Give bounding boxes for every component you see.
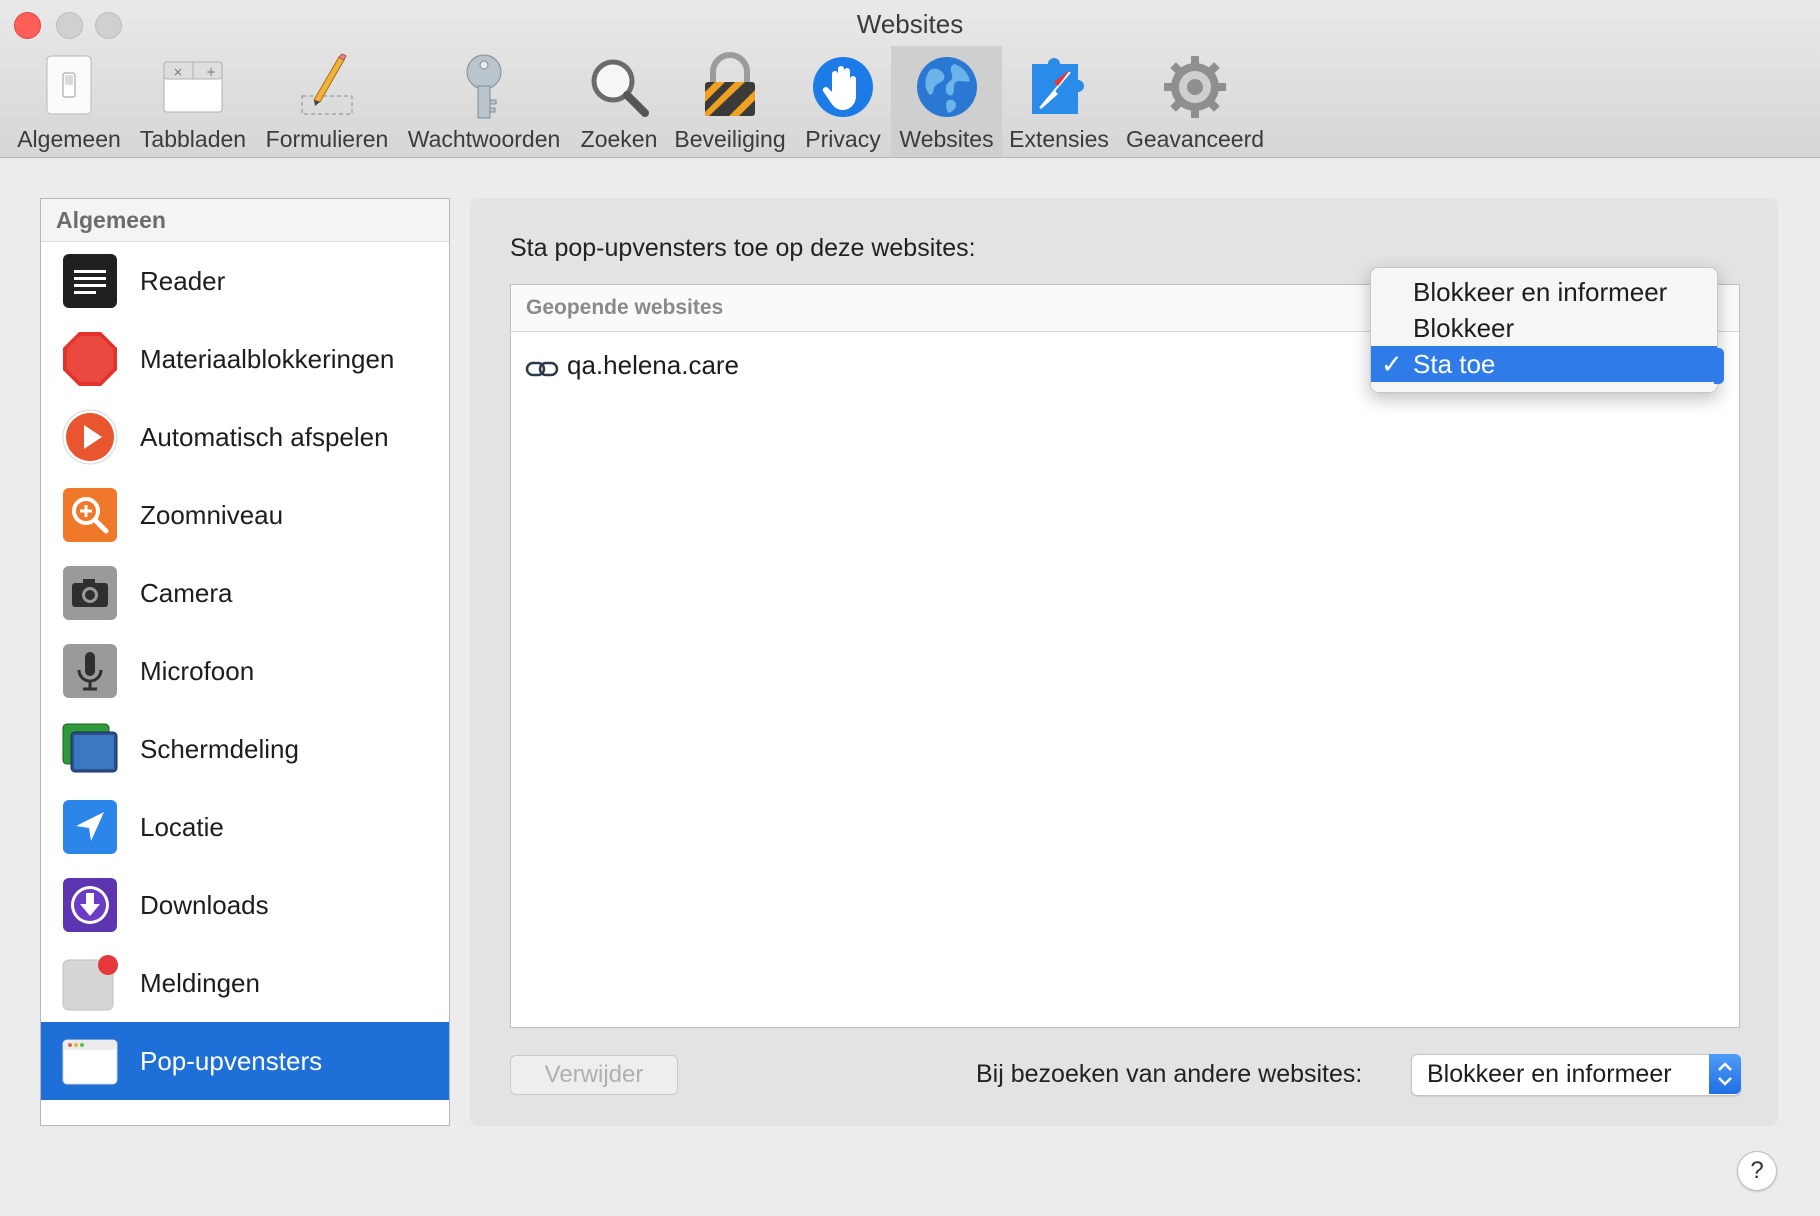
sidebar-item-downloads[interactable]: Downloads — [41, 866, 449, 944]
magnifier-icon — [584, 52, 654, 122]
sidebar-item-label: Microfoon — [140, 655, 255, 686]
site-host: qa.helena.care — [567, 349, 740, 380]
select-value: Blokkeer en informeer — [1427, 1060, 1672, 1088]
play-icon — [61, 408, 119, 466]
tab-label: Tabbladen — [139, 126, 247, 152]
sidebar-item-location[interactable]: Locatie — [41, 788, 449, 866]
download-icon — [61, 876, 119, 934]
pencil-icon — [292, 52, 362, 122]
tab-label: Websites — [899, 126, 994, 152]
tab-label: Algemeen — [17, 126, 121, 152]
notification-icon — [61, 954, 119, 1012]
stop-sign-icon — [61, 330, 119, 388]
sidebar-header: Algemeen — [41, 199, 449, 242]
sidebar-item-label: Schermdeling — [140, 733, 299, 764]
sidebar-item-label: Automatisch afspelen — [140, 421, 389, 452]
tab-tabs[interactable]: × + Tabbladen — [137, 46, 249, 156]
sidebar-item-screen-sharing[interactable]: Schermdeling — [41, 710, 449, 788]
site-setting-popup-menu: Blokkeer en informeer Blokkeer ✓ Sta toe — [1370, 267, 1718, 393]
sidebar-item-label: Locatie — [140, 811, 224, 842]
sidebar-item-microphone[interactable]: Microfoon — [41, 632, 449, 710]
tab-label: Wachtwoorden — [407, 126, 561, 152]
menu-option-label: Blokkeer — [1413, 313, 1515, 343]
zoom-icon — [61, 486, 119, 544]
toolbar: Websites Algemeen × + Tabbladen Formulie… — [0, 0, 1820, 158]
popup-button-edge — [1714, 348, 1724, 384]
menu-option-label: Blokkeer en informeer — [1413, 277, 1668, 307]
preferences-window: Websites Algemeen × + Tabbladen Formulie… — [0, 0, 1820, 1216]
menu-option-block[interactable]: Blokkeer — [1371, 310, 1717, 346]
sidebar-item-popups[interactable]: Pop-upvensters — [41, 1022, 449, 1100]
location-icon — [61, 798, 119, 856]
checkmark-icon: ✓ — [1381, 349, 1403, 379]
tab-privacy[interactable]: Privacy — [796, 46, 890, 156]
sidebar-item-label: Zoomniveau — [140, 499, 284, 530]
sidebar-item-label: Materiaalblokkeringen — [140, 343, 395, 374]
sidebar-item-content-blockers[interactable]: Materiaalblokkeringen — [41, 320, 449, 398]
puzzle-compass-icon — [1024, 52, 1094, 122]
websites-table: Geopende websites qa.helena.care — [510, 284, 1740, 1028]
tab-general[interactable]: Algemeen — [12, 46, 126, 156]
tab-passwords[interactable]: Wachtwoorden — [405, 46, 563, 156]
menu-option-block-and-notify[interactable]: Blokkeer en informeer — [1371, 274, 1717, 310]
link-icon — [525, 355, 559, 377]
tab-label: Extensies — [1009, 126, 1109, 152]
svg-text:+: + — [206, 65, 216, 79]
camera-icon — [61, 564, 119, 622]
sidebar-item-label: Downloads — [140, 889, 269, 920]
menu-option-label: Sta toe — [1413, 349, 1496, 379]
tab-label: Formulieren — [265, 126, 389, 152]
tab-search[interactable]: Zoeken — [573, 46, 665, 156]
svg-text:×: × — [173, 65, 183, 79]
tab-extensions[interactable]: Extensies — [1003, 46, 1115, 156]
screen-sharing-icon — [61, 720, 119, 778]
sidebar: Algemeen Reader Materiaalblokkeringen Au… — [40, 198, 450, 1126]
tabs-icon: × + — [158, 52, 228, 122]
reader-icon — [61, 252, 119, 310]
tab-security[interactable]: Beveiliging — [670, 46, 790, 156]
window-title: Websites — [856, 9, 964, 39]
tab-advanced[interactable]: Geavanceerd — [1123, 46, 1267, 156]
padlock-icon — [695, 52, 765, 122]
popup-window-icon — [61, 1032, 119, 1090]
tab-label: Beveiliging — [674, 126, 786, 152]
microphone-icon — [61, 642, 119, 700]
sidebar-item-reader[interactable]: Reader — [41, 242, 449, 320]
sidebar-item-label: Camera — [140, 577, 233, 608]
light-switch-icon — [34, 52, 104, 122]
other-websites-label: Bij bezoeken van andere websites: — [976, 1060, 1363, 1088]
sidebar-item-label: Meldingen — [140, 967, 260, 998]
select-stepper-icon — [1709, 1054, 1741, 1094]
sidebar-item-notifications[interactable]: Meldingen — [41, 944, 449, 1022]
panel-heading: Sta pop-upvensters toe op deze websites: — [510, 234, 976, 262]
tab-label: Privacy — [805, 126, 881, 152]
menu-option-allow[interactable]: ✓ Sta toe — [1371, 346, 1717, 382]
tab-forms[interactable]: Formulieren — [262, 46, 392, 156]
remove-button[interactable]: Verwijder — [510, 1055, 678, 1095]
other-websites-select[interactable]: Blokkeer en informeer — [1411, 1054, 1741, 1096]
globe-icon — [912, 52, 982, 122]
sidebar-item-zoom[interactable]: Zoomniveau — [41, 476, 449, 554]
tab-websites[interactable]: Websites — [891, 46, 1002, 157]
sidebar-item-camera[interactable]: Camera — [41, 554, 449, 632]
sidebar-item-autoplay[interactable]: Automatisch afspelen — [41, 398, 449, 476]
help-button[interactable]: ? — [1737, 1151, 1777, 1191]
tab-label: Zoeken — [580, 126, 658, 152]
hand-icon — [808, 52, 878, 122]
key-icon — [449, 52, 519, 122]
gear-icon — [1160, 52, 1230, 122]
sidebar-item-label: Reader — [140, 265, 226, 296]
sidebar-item-label: Pop-upvensters — [140, 1045, 323, 1076]
tab-label: Geavanceerd — [1125, 126, 1265, 152]
